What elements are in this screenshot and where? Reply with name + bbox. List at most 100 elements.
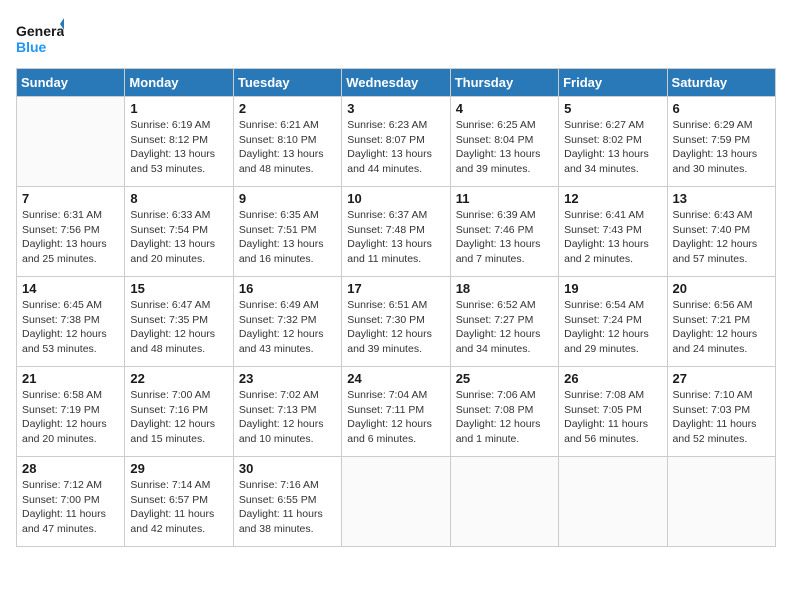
day-number: 16 <box>239 281 336 296</box>
calendar-cell: 13 Sunrise: 6:43 AMSunset: 7:40 PMDayligh… <box>667 187 775 277</box>
day-info: Sunrise: 6:23 AMSunset: 8:07 PMDaylight:… <box>347 118 444 177</box>
day-number: 24 <box>347 371 444 386</box>
calendar-cell: 26 Sunrise: 7:08 AMSunset: 7:05 PMDayligh… <box>559 367 667 457</box>
calendar-cell: 28 Sunrise: 7:12 AMSunset: 7:00 PMDayligh… <box>17 457 125 547</box>
day-number: 28 <box>22 461 119 476</box>
calendar-cell: 8 Sunrise: 6:33 AMSunset: 7:54 PMDaylight… <box>125 187 233 277</box>
calendar-cell: 15 Sunrise: 6:47 AMSunset: 7:35 PMDayligh… <box>125 277 233 367</box>
svg-text:General: General <box>16 23 64 39</box>
calendar-cell: 4 Sunrise: 6:25 AMSunset: 8:04 PMDaylight… <box>450 97 558 187</box>
col-header-saturday: Saturday <box>667 69 775 97</box>
day-info: Sunrise: 6:52 AMSunset: 7:27 PMDaylight:… <box>456 298 553 357</box>
calendar-cell: 9Sunrise: 6:35 AMSunset: 7:51 PMDaylight… <box>233 187 341 277</box>
day-number: 23 <box>239 371 336 386</box>
calendar-week-5: 28 Sunrise: 7:12 AMSunset: 7:00 PMDayligh… <box>17 457 776 547</box>
svg-text:Blue: Blue <box>16 39 47 55</box>
day-info: Sunrise: 6:49 AMSunset: 7:32 PMDaylight:… <box>239 298 336 357</box>
calendar-cell: 17 Sunrise: 6:51 AMSunset: 7:30 PMDayligh… <box>342 277 450 367</box>
day-number: 19 <box>564 281 661 296</box>
day-number: 26 <box>564 371 661 386</box>
day-info: Sunrise: 6:54 AMSunset: 7:24 PMDaylight:… <box>564 298 661 357</box>
day-info: Sunrise: 7:12 AMSunset: 7:00 PMDaylight:… <box>22 478 119 537</box>
calendar-cell: 25 Sunrise: 7:06 AMSunset: 7:08 PMDayligh… <box>450 367 558 457</box>
page-header: General Blue <box>16 16 776 64</box>
col-header-thursday: Thursday <box>450 69 558 97</box>
calendar-week-1: 1Sunrise: 6:19 AMSunset: 8:12 PMDaylight… <box>17 97 776 187</box>
calendar-cell: 30Sunrise: 7:16 AMSunset: 6:55 PMDayligh… <box>233 457 341 547</box>
calendar-cell: 6 Sunrise: 6:29 AMSunset: 7:59 PMDaylight… <box>667 97 775 187</box>
day-number: 18 <box>456 281 553 296</box>
day-number: 7 <box>22 191 119 206</box>
day-number: 10 <box>347 191 444 206</box>
calendar-cell: 20 Sunrise: 6:56 AMSunset: 7:21 PMDayligh… <box>667 277 775 367</box>
logo-icon: General Blue <box>16 16 64 64</box>
day-number: 21 <box>22 371 119 386</box>
day-number: 5 <box>564 101 661 116</box>
day-number: 17 <box>347 281 444 296</box>
day-info: Sunrise: 7:02 AMSunset: 7:13 PMDaylight:… <box>239 388 336 447</box>
calendar-cell <box>667 457 775 547</box>
day-info: Sunrise: 6:39 AMSunset: 7:46 PMDaylight:… <box>456 208 553 267</box>
day-number: 8 <box>130 191 227 206</box>
calendar-cell: 18 Sunrise: 6:52 AMSunset: 7:27 PMDayligh… <box>450 277 558 367</box>
calendar-cell: 22Sunrise: 7:00 AMSunset: 7:16 PMDayligh… <box>125 367 233 457</box>
col-header-monday: Monday <box>125 69 233 97</box>
calendar-cell <box>559 457 667 547</box>
day-number: 15 <box>130 281 227 296</box>
day-number: 27 <box>673 371 770 386</box>
calendar-cell: 27 Sunrise: 7:10 AMSunset: 7:03 PMDayligh… <box>667 367 775 457</box>
calendar-cell: 1Sunrise: 6:19 AMSunset: 8:12 PMDaylight… <box>125 97 233 187</box>
calendar-cell: 14Sunrise: 6:45 AMSunset: 7:38 PMDayligh… <box>17 277 125 367</box>
day-info: Sunrise: 7:10 AMSunset: 7:03 PMDaylight:… <box>673 388 770 447</box>
col-header-wednesday: Wednesday <box>342 69 450 97</box>
calendar-cell: 16 Sunrise: 6:49 AMSunset: 7:32 PMDayligh… <box>233 277 341 367</box>
day-info: Sunrise: 6:58 AMSunset: 7:19 PMDaylight:… <box>22 388 119 447</box>
calendar-cell <box>450 457 558 547</box>
day-info: Sunrise: 6:25 AMSunset: 8:04 PMDaylight:… <box>456 118 553 177</box>
day-number: 6 <box>673 101 770 116</box>
calendar-cell: 11Sunrise: 6:39 AMSunset: 7:46 PMDayligh… <box>450 187 558 277</box>
day-info: Sunrise: 6:51 AMSunset: 7:30 PMDaylight:… <box>347 298 444 357</box>
col-header-sunday: Sunday <box>17 69 125 97</box>
calendar-cell: 24 Sunrise: 7:04 AMSunset: 7:11 PMDayligh… <box>342 367 450 457</box>
logo: General Blue <box>16 16 64 64</box>
day-number: 2 <box>239 101 336 116</box>
day-info: Sunrise: 6:21 AMSunset: 8:10 PMDaylight:… <box>239 118 336 177</box>
calendar-cell: 10 Sunrise: 6:37 AMSunset: 7:48 PMDayligh… <box>342 187 450 277</box>
day-info: Sunrise: 6:31 AMSunset: 7:56 PMDaylight:… <box>22 208 119 267</box>
calendar-cell: 21 Sunrise: 6:58 AMSunset: 7:19 PMDayligh… <box>17 367 125 457</box>
calendar-cell: 12Sunrise: 6:41 AMSunset: 7:43 PMDayligh… <box>559 187 667 277</box>
calendar-week-3: 14Sunrise: 6:45 AMSunset: 7:38 PMDayligh… <box>17 277 776 367</box>
day-info: Sunrise: 6:43 AMSunset: 7:40 PMDaylight:… <box>673 208 770 267</box>
calendar-cell <box>17 97 125 187</box>
day-info: Sunrise: 6:37 AMSunset: 7:48 PMDaylight:… <box>347 208 444 267</box>
day-info: Sunrise: 7:08 AMSunset: 7:05 PMDaylight:… <box>564 388 661 447</box>
day-info: Sunrise: 7:06 AMSunset: 7:08 PMDaylight:… <box>456 388 553 447</box>
day-info: Sunrise: 6:29 AMSunset: 7:59 PMDaylight:… <box>673 118 770 177</box>
calendar-cell: 5 Sunrise: 6:27 AMSunset: 8:02 PMDaylight… <box>559 97 667 187</box>
day-number: 13 <box>673 191 770 206</box>
day-info: Sunrise: 7:16 AMSunset: 6:55 PMDaylight:… <box>239 478 336 537</box>
day-number: 29 <box>130 461 227 476</box>
day-info: Sunrise: 6:27 AMSunset: 8:02 PMDaylight:… <box>564 118 661 177</box>
day-info: Sunrise: 7:00 AMSunset: 7:16 PMDaylight:… <box>130 388 227 447</box>
day-number: 20 <box>673 281 770 296</box>
calendar-cell: 29 Sunrise: 7:14 AMSunset: 6:57 PMDayligh… <box>125 457 233 547</box>
day-number: 14 <box>22 281 119 296</box>
day-info: Sunrise: 7:14 AMSunset: 6:57 PMDaylight:… <box>130 478 227 537</box>
day-info: Sunrise: 7:04 AMSunset: 7:11 PMDaylight:… <box>347 388 444 447</box>
calendar-cell: 23 Sunrise: 7:02 AMSunset: 7:13 PMDayligh… <box>233 367 341 457</box>
day-number: 12 <box>564 191 661 206</box>
calendar-table: SundayMondayTuesdayWednesdayThursdayFrid… <box>16 68 776 547</box>
calendar-week-4: 21 Sunrise: 6:58 AMSunset: 7:19 PMDayligh… <box>17 367 776 457</box>
day-number: 1 <box>130 101 227 116</box>
calendar-cell: 7 Sunrise: 6:31 AMSunset: 7:56 PMDaylight… <box>17 187 125 277</box>
day-info: Sunrise: 6:33 AMSunset: 7:54 PMDaylight:… <box>130 208 227 267</box>
day-number: 25 <box>456 371 553 386</box>
day-info: Sunrise: 6:47 AMSunset: 7:35 PMDaylight:… <box>130 298 227 357</box>
calendar-cell: 2 Sunrise: 6:21 AMSunset: 8:10 PMDaylight… <box>233 97 341 187</box>
day-info: Sunrise: 6:56 AMSunset: 7:21 PMDaylight:… <box>673 298 770 357</box>
day-number: 4 <box>456 101 553 116</box>
day-number: 9 <box>239 191 336 206</box>
col-header-friday: Friday <box>559 69 667 97</box>
